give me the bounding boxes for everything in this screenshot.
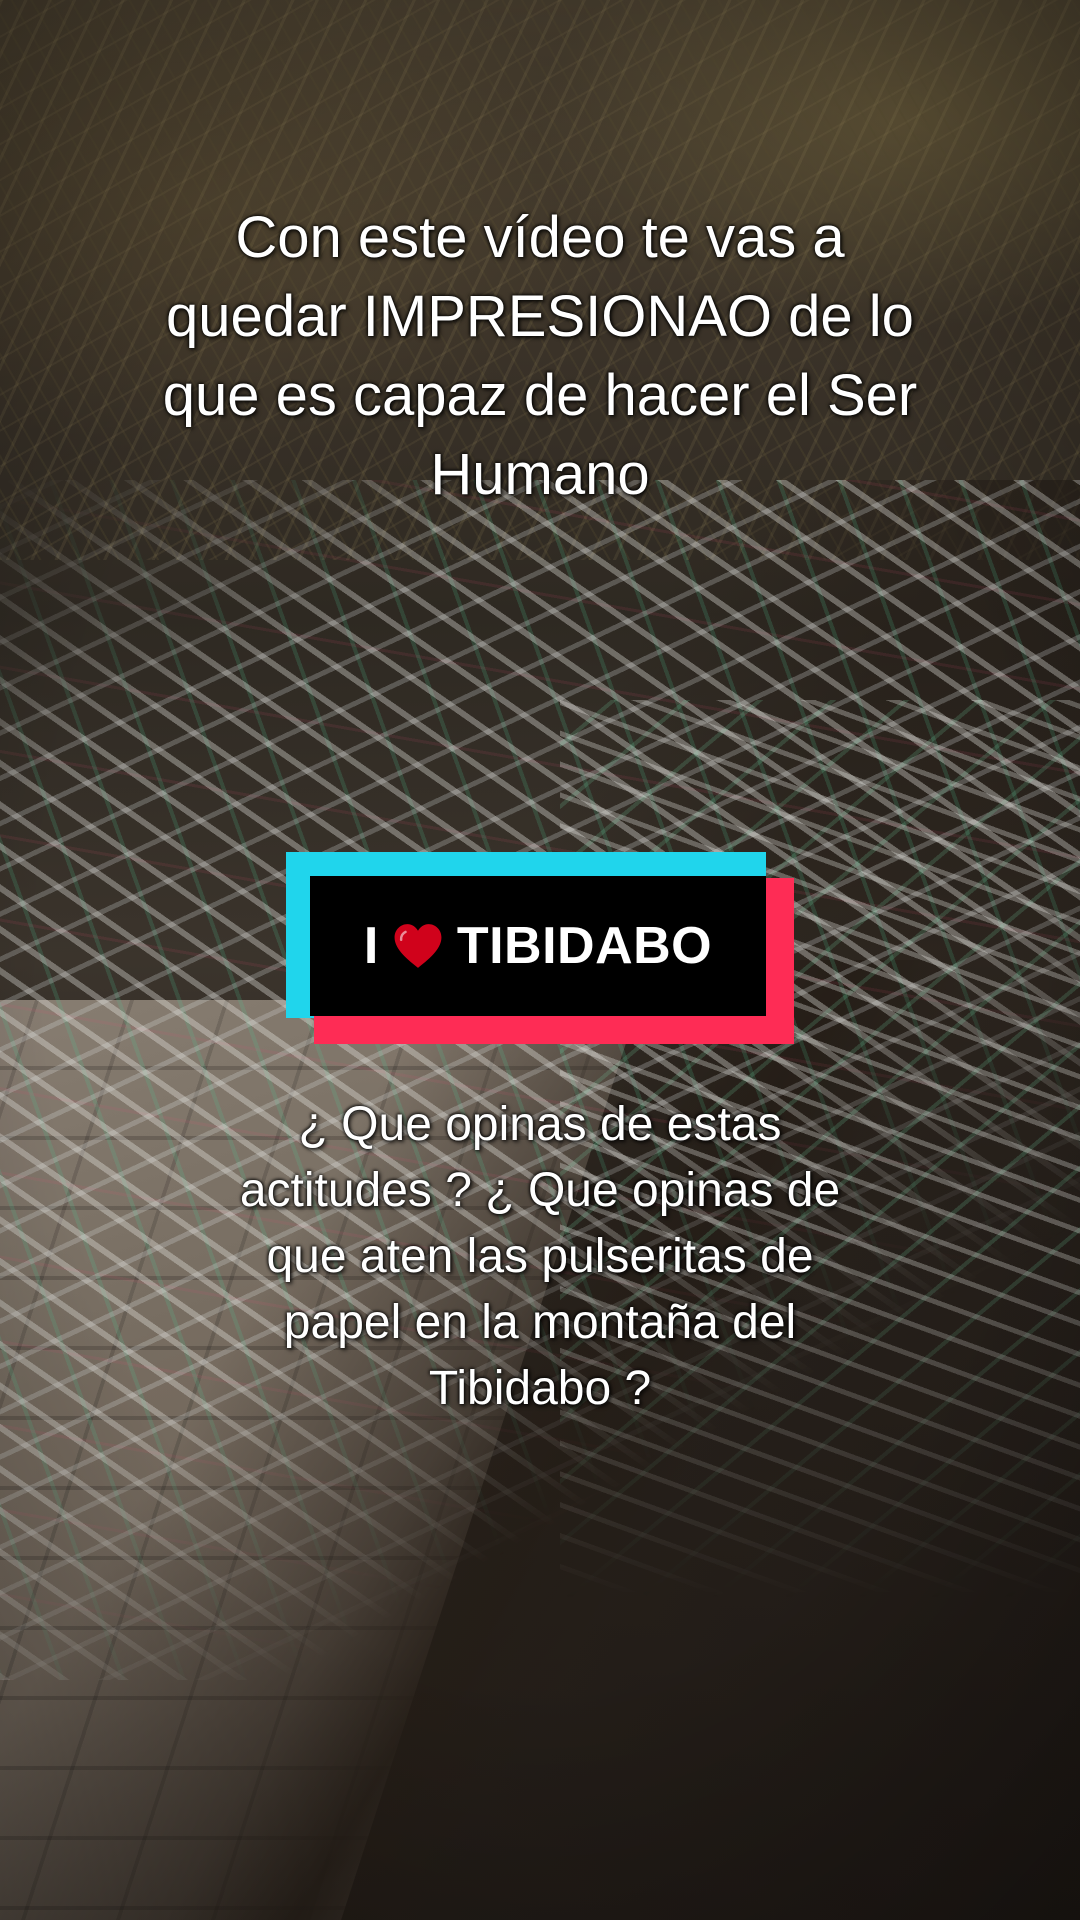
video-frame: Con este vídeo te vas a quedar IMPRESION… bbox=[0, 0, 1080, 1920]
top-caption: Con este vídeo te vas a quedar IMPRESION… bbox=[60, 198, 1020, 514]
red-heart-icon bbox=[393, 921, 443, 971]
bottom-caption-line: Tibidabo ? bbox=[428, 1362, 652, 1415]
bottom-caption-line: papel en la montaña del bbox=[283, 1296, 797, 1349]
bottom-caption-line: actitudes ? ¿ Que opinas de bbox=[239, 1164, 841, 1217]
sticker-label: I TIBIDABO bbox=[310, 876, 766, 1016]
sticker-suffix: TIBIDABO bbox=[456, 917, 713, 975]
i-love-tibidabo-sticker: I TIBIDABO bbox=[286, 852, 794, 1044]
top-caption-line: quedar IMPRESIONAO de lo bbox=[166, 284, 914, 349]
bottom-caption-line: que aten las pulseritas de bbox=[266, 1230, 814, 1283]
top-caption-line: Humano bbox=[430, 442, 650, 507]
top-caption-line: Con este vídeo te vas a bbox=[235, 205, 845, 270]
bottom-caption-line: ¿ Que opinas de estas bbox=[298, 1098, 782, 1151]
bottom-caption: ¿ Que opinas de estas actitudes ? ¿ Que … bbox=[150, 1092, 930, 1422]
top-caption-line: que es capaz de hacer el Ser bbox=[162, 363, 918, 428]
sticker-prefix: I bbox=[363, 917, 379, 975]
